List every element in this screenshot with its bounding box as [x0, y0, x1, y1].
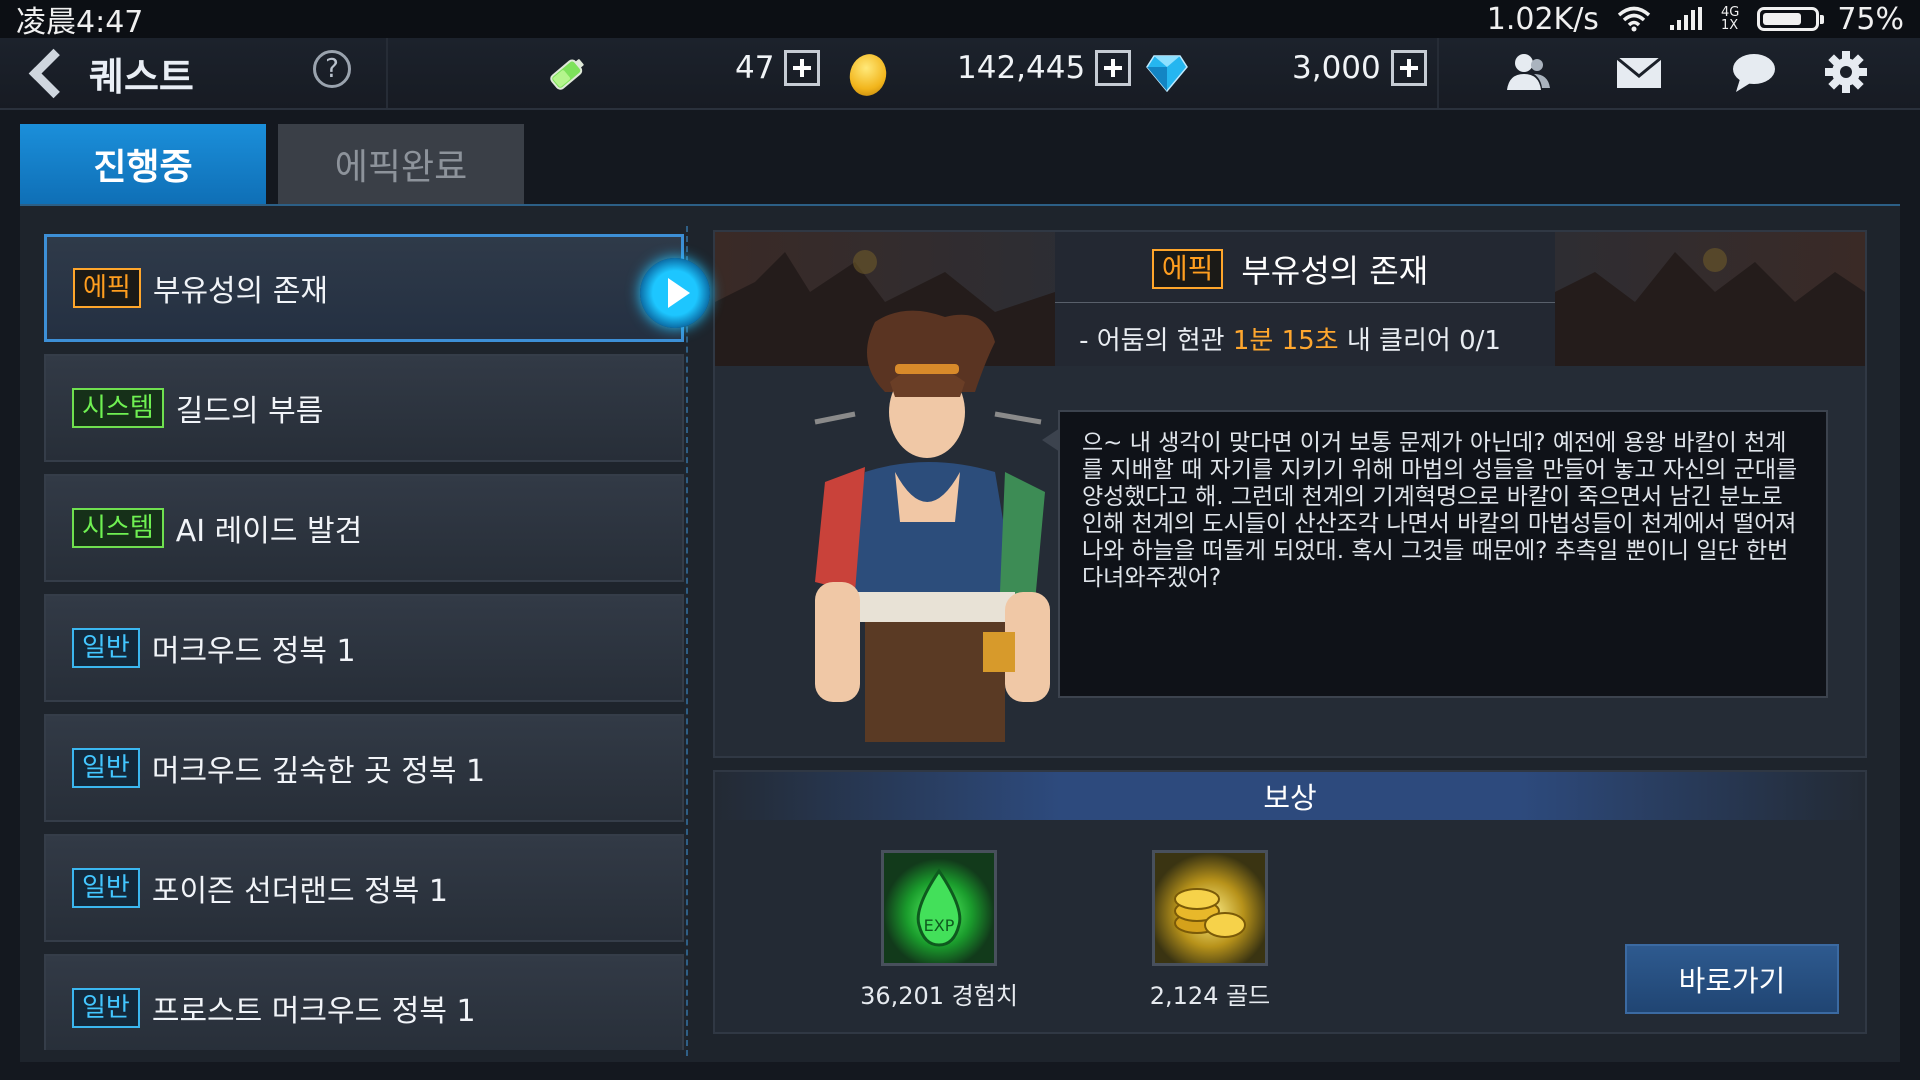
network-type: 4G 1X — [1720, 5, 1740, 33]
back-arrow-icon — [28, 48, 79, 99]
chat-icon[interactable] — [1730, 50, 1778, 94]
quest-tag-normal: 일반 — [72, 628, 140, 668]
battery-icon — [550, 59, 584, 90]
add-gem-button[interactable] — [1390, 50, 1427, 86]
play-icon[interactable] — [640, 258, 710, 328]
status-indicators: 1.02K/s 4G 1X 75% — [1487, 2, 1904, 37]
quest-item[interactable]: 시스템 길드의 부름 — [44, 354, 684, 462]
add-stamina-button[interactable] — [784, 50, 821, 86]
divider — [386, 38, 388, 108]
stamina-value: 47 — [735, 50, 775, 86]
quest-tag-normal: 일반 — [72, 748, 140, 788]
detail-tag-epic: 에픽 — [1151, 249, 1224, 289]
quest-tag-normal: 일반 — [72, 868, 140, 908]
gold-counter: 142,445 — [957, 50, 1132, 86]
goto-button[interactable]: 바로가기 — [1625, 944, 1839, 1014]
status-bar: 凌晨4:47 1.02K/s 4G 1X 75% — [0, 0, 1920, 40]
battery-icon — [1757, 7, 1825, 31]
reward-icon-frame — [1152, 850, 1268, 966]
quest-list: 에픽 부유성의 존재 시스템 길드의 부름 시스템 AI 레이드 발견 일반 머… — [44, 234, 684, 1050]
tab-in-progress[interactable]: 진행중 — [20, 124, 266, 204]
quest-detail: 에픽 부유성의 존재 - 어둠의 현관 1분 15초 내 클리어 0/1 으~ … — [713, 230, 1867, 758]
quest-item[interactable]: 일반 머크우드 깊숙한 곳 정복 1 — [44, 714, 684, 822]
reward-item[interactable]: 2,124 골드 — [1110, 850, 1310, 1011]
quest-name: 머크우드 정복 1 — [151, 634, 356, 669]
reward-gold-label: 2,124 골드 — [1149, 982, 1271, 1010]
quest-item[interactable]: 일반 포이즌 선더랜드 정복 1 — [44, 834, 684, 942]
quest-name: 길드의 부름 — [175, 394, 324, 429]
status-time: 凌晨4:47 — [16, 5, 144, 40]
quest-tag-epic: 에픽 — [73, 268, 141, 308]
stamina-counter: 47 — [735, 50, 821, 86]
quest-name: 프로스트 머크우드 정복 1 — [151, 994, 476, 1029]
back-button[interactable]: 퀘스트 — [22, 46, 194, 101]
quest-item[interactable]: 일반 프로스트 머크우드 정복 1 — [44, 954, 684, 1050]
coin-icon — [845, 50, 891, 100]
reward-exp-label: 36,201 경험치 — [860, 982, 1018, 1010]
quest-name: 부유성의 존재 — [152, 274, 328, 309]
npc-dialogue: 으~ 내 생각이 맞다면 이거 보통 문제가 아닌데? 예전에 용왕 바칼이 천… — [1042, 410, 1828, 698]
detail-title: 에픽 부유성의 존재 — [715, 246, 1865, 292]
quest-tag-normal: 일반 — [72, 988, 140, 1028]
battery-percent: 75% — [1837, 1, 1904, 37]
title-divider — [1055, 302, 1555, 303]
exp-icon-text: EXP — [924, 916, 955, 935]
rewards-title: 보상 — [715, 772, 1865, 820]
quest-tag-system: 시스템 — [72, 388, 164, 428]
add-gold-button[interactable] — [1095, 50, 1132, 86]
npc-character-image — [814, 310, 1050, 742]
mail-icon[interactable] — [1615, 50, 1663, 94]
reward-icon-frame: EXP — [881, 850, 997, 966]
gold-coins-icon — [1155, 853, 1265, 963]
quest-name: AI 레이드 발견 — [175, 514, 363, 549]
list-divider — [686, 226, 688, 1056]
gold-value: 142,445 — [957, 50, 1086, 86]
quest-item[interactable]: 일반 머크우드 정복 1 — [44, 594, 684, 702]
exp-potion-icon: EXP — [884, 853, 994, 963]
signal-icon — [1669, 7, 1702, 30]
divider — [1437, 38, 1439, 108]
gem-icon — [1146, 55, 1188, 92]
network-speed: 1.02K/s — [1486, 1, 1599, 37]
page-title: 퀘스트 — [89, 55, 194, 99]
rewards-panel: 보상 EXP 36,201 경험치 2,124 골드 바로가기 — [713, 770, 1867, 1034]
help-icon[interactable]: ? — [313, 50, 351, 88]
detail-quest-name: 부유성의 존재 — [1241, 252, 1429, 290]
quest-tag-system: 시스템 — [72, 508, 164, 548]
top-bar: 퀘스트 ? 47 142,445 3,000 — [0, 38, 1920, 110]
friends-icon[interactable] — [1504, 50, 1552, 94]
wifi-icon — [1617, 6, 1651, 32]
tab-epic-completed[interactable]: 에픽완료 — [278, 124, 524, 204]
quest-name: 포이즌 선더랜드 정복 1 — [151, 874, 448, 909]
gem-counter: 3,000 — [1292, 50, 1427, 86]
reward-item[interactable]: EXP 36,201 경험치 — [839, 850, 1039, 1011]
quest-item[interactable]: 시스템 AI 레이드 발견 — [44, 474, 684, 582]
settings-icon[interactable] — [1822, 50, 1870, 94]
gem-value: 3,000 — [1292, 50, 1381, 86]
quest-name: 머크우드 깊숙한 곳 정복 1 — [151, 754, 486, 789]
objective-time: 1분 15초 — [1232, 326, 1339, 356]
quest-item[interactable]: 에픽 부유성의 존재 — [44, 234, 684, 342]
